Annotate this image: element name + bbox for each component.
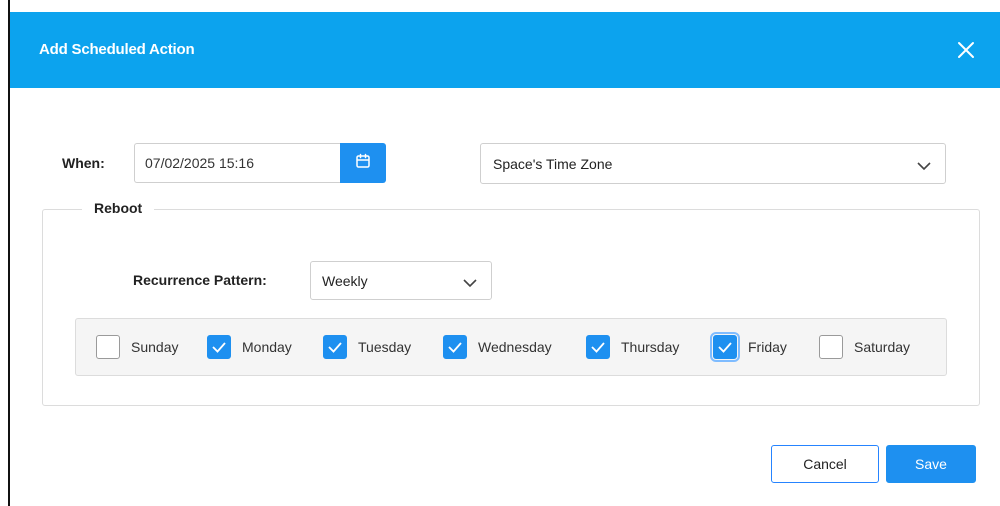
check-icon <box>591 342 605 353</box>
day-thursday[interactable]: Thursday <box>586 332 679 362</box>
checkbox-friday[interactable] <box>710 332 740 362</box>
day-sunday[interactable]: Sunday <box>96 332 178 362</box>
recurrence-pattern-label: Recurrence Pattern: <box>133 272 267 288</box>
weekdays-group: Sunday Monday Tuesday Wednesday Thursday <box>75 318 947 376</box>
dialog-header: Add Scheduled Action <box>10 12 1000 88</box>
calendar-icon <box>355 153 371 174</box>
save-button[interactable]: Save <box>886 445 976 483</box>
day-label: Tuesday <box>358 339 412 355</box>
day-tuesday[interactable]: Tuesday <box>323 332 411 362</box>
day-saturday[interactable]: Saturday <box>819 332 910 362</box>
recurrence-pattern-value: Weekly <box>322 273 368 289</box>
day-monday[interactable]: Monday <box>207 332 292 362</box>
day-label: Wednesday <box>478 339 552 355</box>
day-wednesday[interactable]: Wednesday <box>443 332 552 362</box>
checkbox-thursday[interactable] <box>586 335 610 359</box>
date-time-input[interactable] <box>134 143 340 183</box>
add-scheduled-action-dialog: Add Scheduled Action When: Space's Time … <box>8 0 1000 506</box>
when-label: When: <box>62 155 105 171</box>
check-icon <box>448 342 462 353</box>
chevron-down-icon <box>917 158 931 176</box>
day-label: Sunday <box>131 339 179 355</box>
checkbox-saturday[interactable] <box>819 335 843 359</box>
day-label: Thursday <box>621 339 680 355</box>
day-friday[interactable]: Friday <box>710 332 787 362</box>
day-label: Monday <box>242 339 292 355</box>
timezone-select[interactable]: Space's Time Zone <box>480 143 946 184</box>
check-icon <box>212 342 226 353</box>
reboot-legend: Reboot <box>82 200 155 216</box>
day-label: Friday <box>748 339 787 355</box>
check-icon <box>718 342 732 353</box>
recurrence-pattern-select[interactable]: Weekly <box>310 261 492 300</box>
close-icon[interactable] <box>955 39 977 61</box>
timezone-value: Space's Time Zone <box>493 156 613 172</box>
dialog-title: Add Scheduled Action <box>39 41 195 58</box>
checkbox-sunday[interactable] <box>96 335 120 359</box>
checkbox-monday[interactable] <box>207 335 231 359</box>
cancel-button[interactable]: Cancel <box>771 445 879 483</box>
check-icon <box>328 342 342 353</box>
checkbox-wednesday[interactable] <box>443 335 467 359</box>
day-label: Saturday <box>854 339 911 355</box>
reboot-fieldset <box>42 209 980 406</box>
calendar-button[interactable] <box>340 143 386 183</box>
checkbox-tuesday[interactable] <box>323 335 347 359</box>
chevron-down-icon <box>463 275 477 293</box>
